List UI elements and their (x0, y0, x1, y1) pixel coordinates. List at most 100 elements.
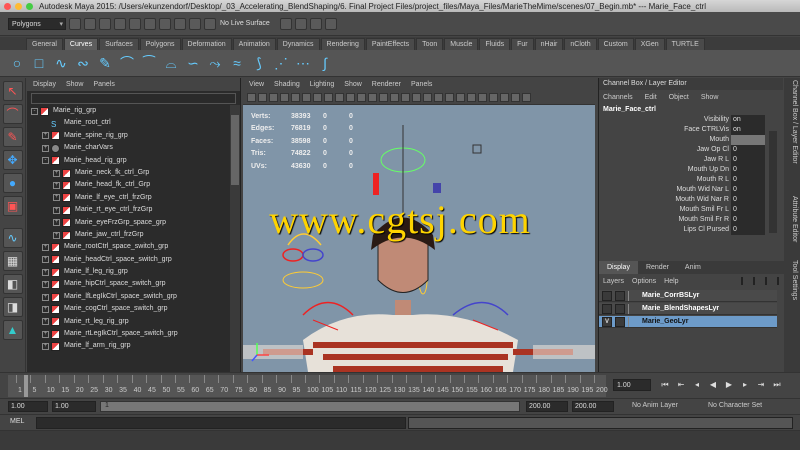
channel-row[interactable]: Jaw Op Cl 0 (599, 145, 783, 155)
viewport-tool-icon[interactable] (280, 93, 289, 102)
layer-display-type-toggle[interactable] (615, 303, 625, 314)
pencil-curve-icon[interactable]: ✎ (96, 54, 114, 72)
expand-toggle-icon[interactable]: + (42, 343, 49, 351)
shelf-tab-xgen[interactable]: XGen (634, 38, 665, 50)
viewport-tool-icon[interactable] (478, 93, 487, 102)
shelf-tab-animation[interactable]: Animation (232, 38, 276, 50)
lasso-tool-icon[interactable]: ⌒ (2, 104, 23, 124)
outliner-item[interactable]: - Marie_head_rig_grp (27, 155, 231, 167)
expand-toggle-icon[interactable]: + (53, 194, 60, 202)
viewport-scene[interactable]: Verts: 38393 0 0 Edges: 76819 0 0 Faces: 38598 0 0 T… (243, 105, 595, 372)
outliner-item[interactable]: - Marie_rig_grp (27, 105, 231, 117)
channel-row[interactable]: Mouth R L0 (599, 175, 783, 185)
channel-row[interactable]: Jaw R L0 (599, 155, 783, 165)
hypershade-icon[interactable] (324, 17, 337, 30)
outliner-item[interactable]: + Marie_head_fk_ctrl_Grp (27, 179, 231, 191)
circle-curve-icon[interactable]: ○ (8, 54, 26, 72)
outliner-item[interactable]: + Marie_charVars (27, 142, 231, 154)
channel-label[interactable]: Jaw Op Cl (599, 145, 731, 155)
channel-row[interactable]: Mouth Smil Fr L0 (599, 205, 783, 215)
expand-toggle-icon[interactable]: + (42, 305, 49, 313)
channel-value-field[interactable]: 0 (731, 155, 765, 165)
layer-visibility-toggle[interactable] (602, 303, 612, 314)
outliner-item[interactable]: + Marie_cogCtrl_space_switch_grp (27, 303, 231, 315)
expand-toggle-icon[interactable]: + (42, 330, 49, 338)
viewport-tool-icon[interactable] (423, 93, 432, 102)
snap-grid-icon[interactable] (159, 17, 171, 30)
layer-color-swatch[interactable] (628, 303, 636, 314)
viewport-tool-icon[interactable] (346, 93, 355, 102)
outliner-item[interactable]: + Marie_neck_fk_ctrl_Grp (27, 167, 231, 179)
make-live-icon[interactable] (204, 17, 216, 30)
shelf-tab-ncloth[interactable]: nCloth (564, 38, 597, 50)
select-hierarchy-icon[interactable] (114, 17, 126, 30)
detach-curves-icon[interactable]: ⌓ (162, 54, 180, 72)
layer-menu-help[interactable]: Help (664, 278, 678, 285)
viewport-tool-icon[interactable] (467, 93, 476, 102)
go-to-end-button[interactable]: ⏭ (772, 379, 782, 391)
minimize-window-button[interactable] (15, 2, 22, 10)
outliner-item[interactable]: + Marie_lf_leg_rig_grp (27, 266, 231, 278)
outliner-menu-show[interactable]: Show (66, 81, 84, 88)
channel-row[interactable]: Mouth (599, 135, 783, 145)
expand-toggle-icon[interactable]: + (53, 206, 60, 214)
expand-toggle-icon[interactable]: + (53, 231, 60, 239)
viewport-tool-icon[interactable] (434, 93, 443, 102)
channel-row[interactable]: Mouth Wid Nar L0 (599, 185, 783, 195)
outliner-menu-display[interactable]: Display (33, 81, 56, 88)
channel-label[interactable]: Jaw R L (599, 155, 731, 165)
outliner-item[interactable]: + Marie_lf_arm_rig_grp (27, 340, 231, 352)
shelf-tab-surfaces[interactable]: Surfaces (99, 38, 139, 50)
mel-label[interactable]: MEL (10, 418, 24, 425)
playback-end-field[interactable]: 200.00 (526, 401, 568, 412)
start-time-field[interactable]: 1.00 (8, 401, 48, 412)
expand-toggle-icon[interactable]: + (53, 182, 60, 190)
play-backwards-button[interactable]: ◀ (708, 379, 718, 391)
current-frame-field[interactable]: 1.00 (613, 379, 651, 391)
channel-value-field[interactable]: 0 (731, 165, 765, 175)
open-scene-icon[interactable] (84, 17, 96, 30)
channel-box-menu-channels[interactable]: Channels (603, 94, 633, 101)
shelf-tab-muscle[interactable]: Muscle (444, 38, 479, 50)
side-tab-0[interactable]: Channel Box / Layer Editor (786, 80, 798, 164)
command-input[interactable] (36, 417, 406, 429)
insert-knot-icon[interactable]: ∽ (184, 54, 202, 72)
menu-set-select[interactable]: Polygons (8, 17, 66, 30)
layer-color-swatch[interactable] (628, 316, 636, 327)
channel-value-field[interactable]: 0 (731, 205, 765, 215)
side-tab-1[interactable]: Attribute Editor (786, 196, 798, 242)
shelf-tab-deformation[interactable]: Deformation (181, 38, 232, 50)
expand-toggle-icon[interactable]: + (42, 144, 49, 152)
channel-row[interactable]: Lips Cl Pursed 0 (599, 225, 783, 235)
ep-curve-icon[interactable]: ∾ (74, 54, 92, 72)
viewport-tool-icon[interactable] (324, 93, 333, 102)
outliner-search-field[interactable] (31, 93, 236, 104)
playback-start-field[interactable]: 1.00 (52, 401, 96, 412)
persp-graph-layout-icon[interactable]: ◨ (2, 297, 23, 317)
channel-label[interactable]: Mouth Up Dn (599, 165, 731, 175)
channel-value-field[interactable]: on (731, 115, 765, 125)
expand-toggle-icon[interactable]: + (42, 268, 49, 276)
channel-box-scrollbar[interactable] (769, 131, 777, 233)
outliner-item[interactable]: + Marie_headCtrl_space_switch_grp (27, 254, 231, 266)
layer-down-icon[interactable] (776, 277, 779, 285)
rotate-tool-icon[interactable]: ● (2, 173, 23, 193)
layer-row[interactable]: Marie_BlendShapesLyr (599, 303, 777, 315)
viewport-menu-view[interactable]: View (249, 81, 264, 88)
new-selected-layer-icon[interactable] (752, 277, 755, 285)
outliner-item[interactable]: + Marie_rt_leg_rig_grp (27, 316, 231, 328)
time-slider-track[interactable]: 1 5 10 15 20 25 30 35 40 45 50 55 60 65 70 75 80 85 90 95 10… (8, 375, 608, 397)
layer-display-type-toggle[interactable] (615, 290, 625, 301)
end-time-field[interactable]: 200.00 (572, 401, 614, 412)
step-back-frame-button[interactable]: ◂ (692, 379, 702, 391)
viewport-menu-lighting[interactable]: Lighting (310, 81, 335, 88)
expand-toggle-icon[interactable]: + (42, 243, 49, 251)
channel-label[interactable]: Lips Cl Pursed (599, 225, 731, 235)
shelf-tab-toon[interactable]: Toon (416, 38, 444, 50)
anim-layer-select[interactable]: No Anim Layer (632, 402, 678, 409)
expand-toggle-icon[interactable]: - (31, 107, 38, 115)
move-tool-icon[interactable]: ✥ (2, 150, 23, 170)
outliner-item[interactable]: S Marie_root_ctrl (27, 117, 231, 129)
channel-row[interactable]: Face CTRLVis on (599, 125, 783, 135)
offset-curve-icon[interactable]: ≈ (228, 54, 246, 72)
